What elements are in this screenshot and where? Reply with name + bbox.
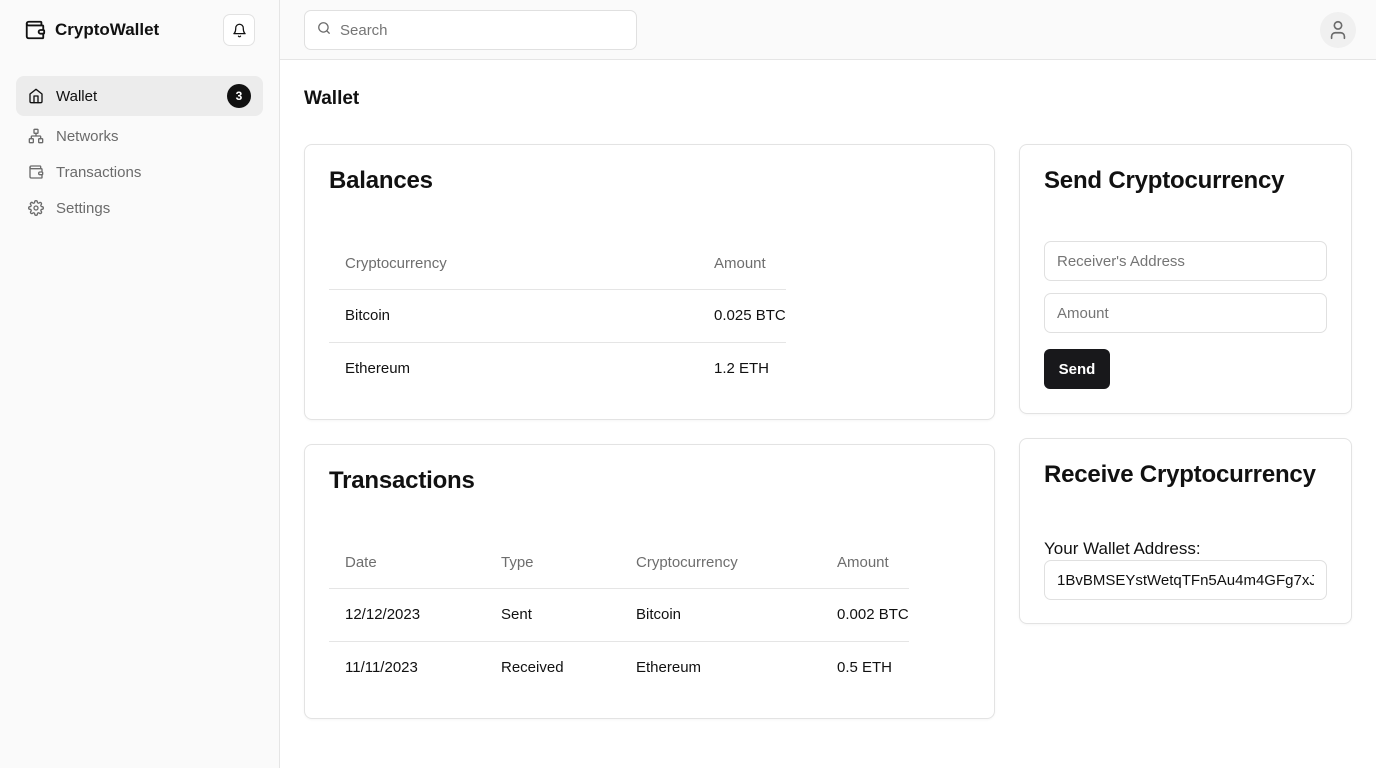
page-title: Wallet — [304, 88, 360, 109]
column-header: Cryptocurrency — [329, 239, 698, 290]
table-row: Bitcoin 0.025 BTC — [329, 289, 786, 343]
transaction-currency: Bitcoin — [620, 588, 821, 642]
balance-amount: 1.2 ETH — [714, 360, 770, 378]
table-row: Ethereum 1.2 ETH — [329, 342, 786, 395]
send-card: Send Cryptocurrency Send — [1019, 144, 1352, 414]
balances-table: Cryptocurrency Amount Bitcoin 0.025 BTC … — [329, 239, 786, 395]
sidebar-item-label: Settings — [56, 199, 111, 217]
notifications-button[interactable] — [223, 14, 255, 46]
transaction-date: 12/12/2023 — [329, 588, 485, 642]
topbar — [280, 0, 1376, 60]
bell-icon — [232, 23, 247, 38]
home-icon — [28, 88, 44, 104]
sidebar-item-transactions[interactable]: Transactions — [16, 154, 263, 190]
wallet-count-badge: 3 — [227, 84, 251, 108]
transaction-amount: 0.5 ETH — [837, 659, 893, 677]
gear-icon — [28, 200, 44, 216]
wallet-address-label: Your Wallet Address: — [1044, 539, 1201, 558]
table-row: 11/11/2023 Received Ethereum 0.5 ETH — [329, 641, 909, 694]
wallet-icon — [28, 164, 44, 180]
balance-currency: Bitcoin — [329, 289, 698, 343]
sidebar: CryptoWallet Wallet 3 Networks Transacti… — [0, 0, 280, 768]
transaction-type: Received — [501, 659, 564, 677]
transactions-table: Date Type Cryptocurrency Amount 12/12/20… — [329, 538, 909, 694]
column-header: Date — [329, 538, 485, 589]
table-header-row: Cryptocurrency Amount — [329, 239, 786, 290]
sidebar-item-networks[interactable]: Networks — [16, 118, 263, 154]
transaction-date: 11/11/2023 — [345, 659, 418, 677]
sidebar-item-wallet[interactable]: Wallet 3 — [16, 76, 263, 116]
send-button[interactable]: Send — [1044, 349, 1110, 389]
transactions-card: Transactions Date Type Cryptocurrency Am… — [304, 444, 995, 719]
user-menu-button[interactable] — [1320, 12, 1356, 48]
wallet-logo-icon — [24, 19, 46, 41]
search-icon — [317, 21, 331, 35]
column-header: Cryptocurrency — [620, 538, 821, 589]
balances-card: Balances Cryptocurrency Amount Bitcoin 0… — [304, 144, 995, 420]
network-icon — [28, 128, 44, 144]
sidebar-item-label: Transactions — [56, 163, 142, 181]
amount-input[interactable] — [1044, 293, 1327, 333]
receiver-address-input[interactable] — [1044, 241, 1327, 281]
sidebar-item-label: Networks — [56, 127, 119, 145]
transaction-amount: 0.002 BTC — [821, 588, 909, 642]
transaction-type: Sent — [485, 588, 620, 642]
receive-card: Receive Cryptocurrency Your Wallet Addre… — [1019, 438, 1352, 624]
column-header: Amount — [698, 239, 786, 290]
column-header: Amount — [821, 538, 909, 589]
search-input[interactable] — [340, 21, 620, 39]
balance-currency: Ethereum — [345, 360, 411, 378]
user-icon — [1327, 19, 1349, 41]
search-box[interactable] — [304, 10, 637, 50]
sidebar-nav: Wallet 3 Networks Transactions Settings — [0, 60, 279, 242]
sidebar-item-label: Wallet — [56, 87, 98, 105]
column-header: Type — [485, 538, 620, 589]
brand: CryptoWallet — [0, 0, 279, 60]
sidebar-item-settings[interactable]: Settings — [16, 190, 263, 226]
table-row: 12/12/2023 Sent Bitcoin 0.002 BTC — [329, 588, 909, 642]
transactions-title: Transactions — [329, 467, 475, 494]
wallet-address-field[interactable] — [1044, 560, 1327, 600]
balances-title: Balances — [329, 167, 433, 194]
app-name: CryptoWallet — [55, 20, 160, 39]
send-title: Send Cryptocurrency — [1044, 167, 1285, 194]
table-header-row: Date Type Cryptocurrency Amount — [329, 538, 909, 589]
balance-amount: 0.025 BTC — [698, 289, 786, 343]
main-content: Wallet Balances Cryptocurrency Amount Bi… — [280, 60, 1376, 768]
receive-title: Receive Cryptocurrency — [1044, 461, 1316, 488]
transaction-currency: Ethereum — [636, 659, 702, 677]
